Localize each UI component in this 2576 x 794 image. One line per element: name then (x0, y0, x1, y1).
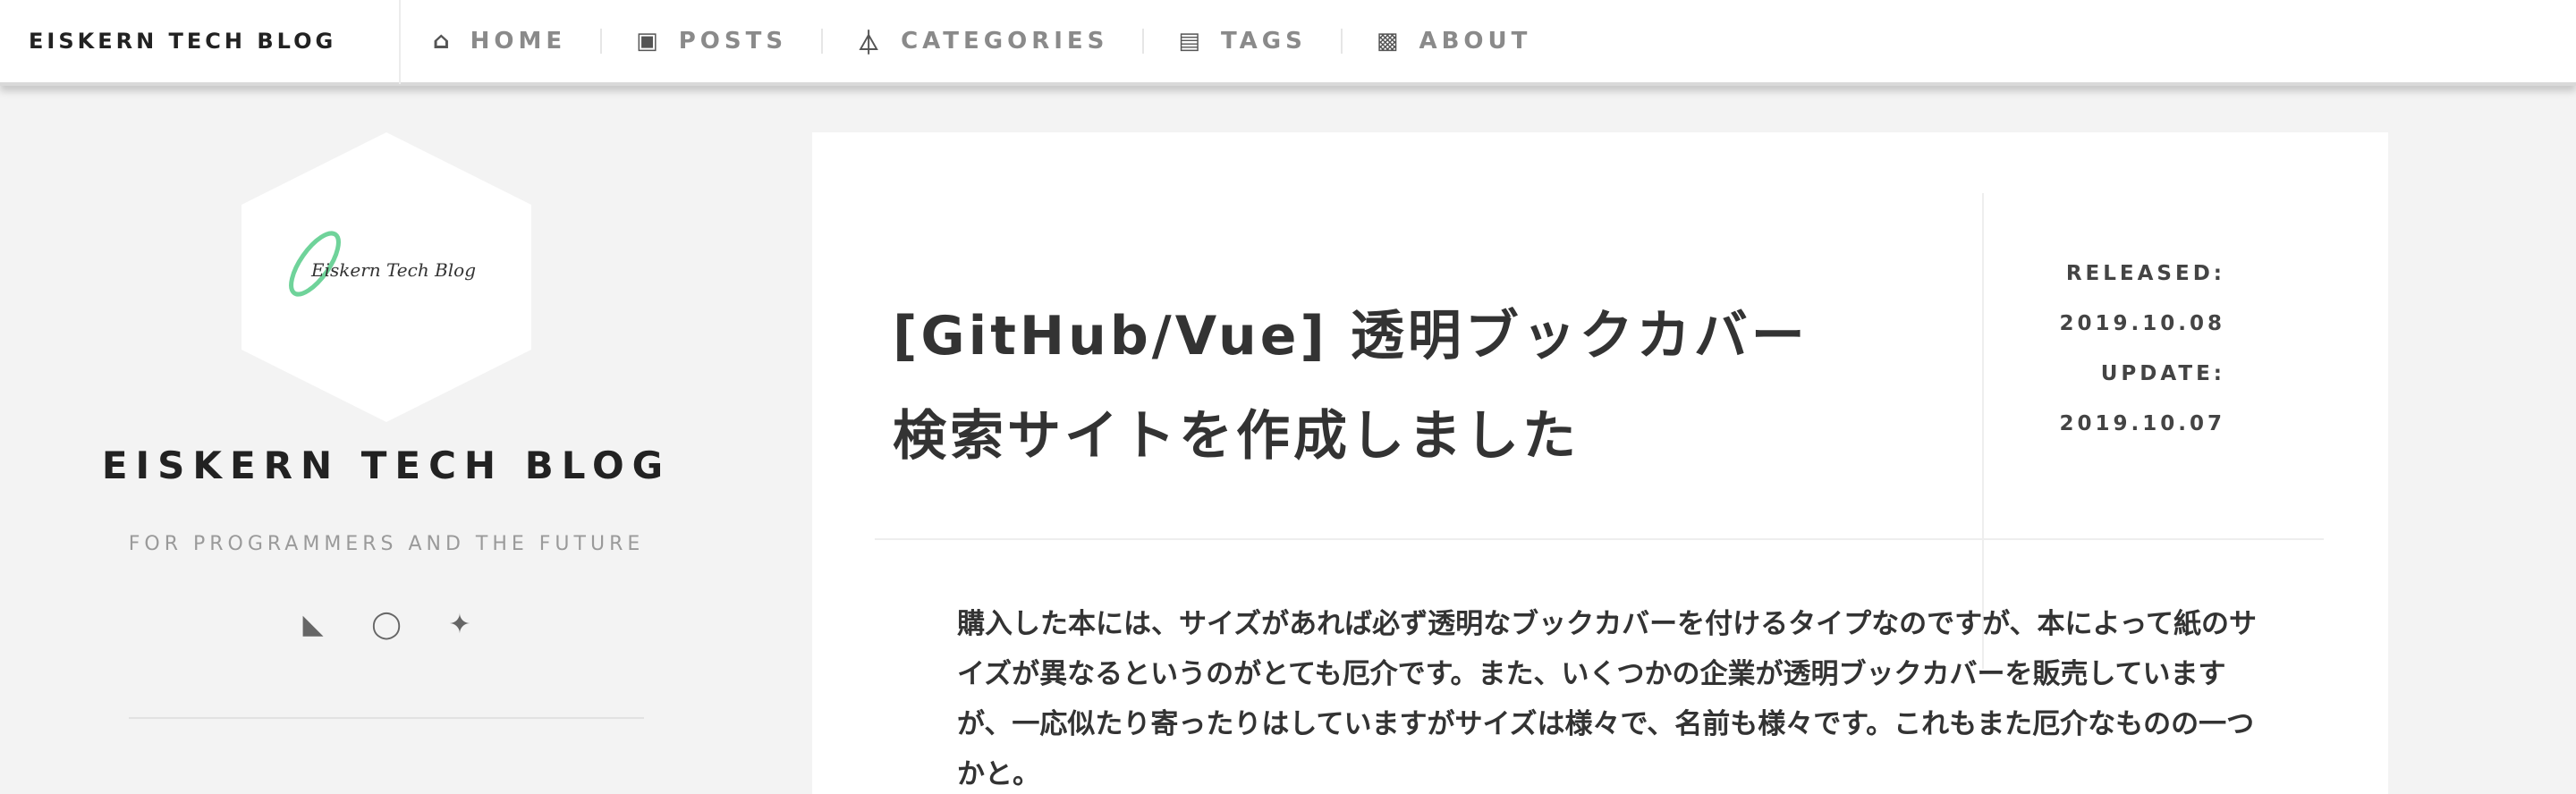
categories-icon: ⏃ (857, 30, 886, 57)
logo-text: Eiskern Tech Blog (310, 259, 476, 281)
top-navbar: EISKERN TECH BLOG ⌂ HOME ▣ POSTS ⏃ CATEG… (0, 0, 2576, 86)
home-icon: ⌂ (433, 28, 454, 55)
nav-tags-label: TAGS (1220, 28, 1307, 55)
nav-posts-label: POSTS (678, 28, 788, 55)
nav-home[interactable]: ⌂ HOME (433, 0, 566, 84)
nav-about-label: ABOUT (1419, 28, 1532, 55)
nav-divider (1340, 29, 1343, 54)
nav-about[interactable]: ▩ ABOUT (1377, 0, 1531, 84)
nav-divider (1142, 29, 1145, 54)
site-title: EISKERN TECH BLOG (101, 443, 672, 487)
navbar-brand[interactable]: EISKERN TECH BLOG (0, 0, 401, 84)
site-logo[interactable]: Eiskern Tech Blog (242, 132, 531, 422)
tags-icon: ▤ (1178, 28, 1205, 55)
sidebar-divider (129, 717, 644, 719)
update-label: UPDATE: (2100, 362, 2225, 385)
nav-divider (600, 29, 603, 54)
nav-tags[interactable]: ▤ TAGS (1178, 0, 1306, 84)
posts-icon: ▣ (636, 28, 663, 55)
meta-divider (1982, 193, 1984, 669)
title-divider (875, 538, 2324, 540)
released-label: RELEASED: (2065, 262, 2225, 285)
nav-home-label: HOME (470, 28, 567, 55)
github-icon[interactable]: ◯ (369, 609, 404, 640)
nav-posts[interactable]: ▣ POSTS (636, 0, 787, 84)
logo-hexagon: Eiskern Tech Blog (242, 132, 531, 422)
rss-icon[interactable]: ◣ (295, 609, 331, 640)
released-date: 2019.10.08 (2059, 312, 2225, 335)
about-icon: ▩ (1376, 28, 1403, 55)
post-body: 購入した本には、サイズがあれば必ず透明なブックカバーを付けるタイプなのですが、本… (957, 608, 2257, 790)
social-links: ◣ ◯ ✦ (295, 604, 478, 644)
post-meta: RELEASED: 2019.10.08 UPDATE: 2019.10.07 (1993, 249, 2225, 449)
nav-categories-label: CATEGORIES (901, 28, 1109, 55)
post-title: [GitHub/Vue] 透明ブックカバー検索サイトを作成しました (893, 305, 1809, 468)
post-card: [GitHub/Vue] 透明ブックカバー検索サイトを作成しました RELEAS… (812, 132, 2388, 794)
main-nav: ⌂ HOME ▣ POSTS ⏃ CATEGORIES ▤ TAGS ▩ ABO… (401, 0, 1531, 84)
update-date: 2019.10.07 (2059, 412, 2225, 435)
site-subtitle: FOR PROGRAMMERS AND THE FUTURE (128, 533, 645, 555)
nav-divider (821, 29, 824, 54)
nav-categories[interactable]: ⏃ CATEGORIES (857, 0, 1108, 84)
twitter-icon[interactable]: ✦ (442, 609, 478, 640)
